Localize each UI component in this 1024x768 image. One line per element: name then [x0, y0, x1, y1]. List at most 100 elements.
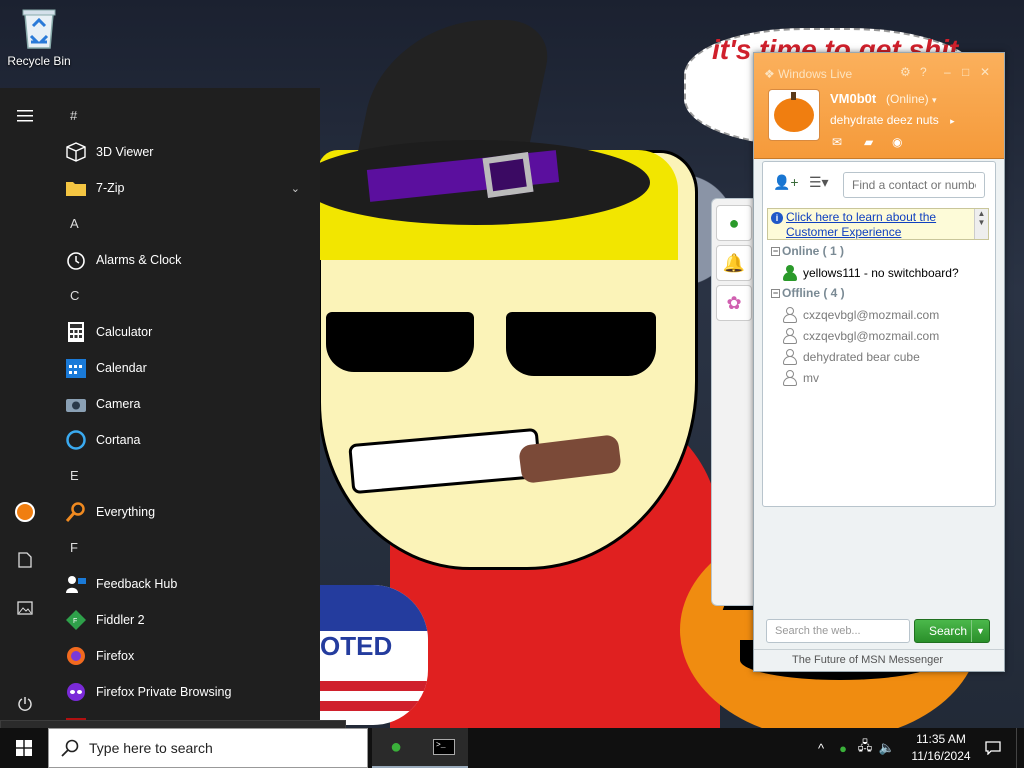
tabs-tab[interactable]: ✿ — [716, 285, 752, 321]
taskbar-search-box[interactable]: Type here to search — [48, 728, 368, 768]
app-item-label: Fiddler 2 — [96, 613, 145, 627]
contact-group-header[interactable]: − Online ( 1 ) — [771, 244, 844, 258]
cube-icon — [64, 140, 88, 164]
taskbar-clock[interactable]: 11:35 AM 11/16/2024 — [906, 731, 976, 765]
start-button[interactable] — [0, 728, 48, 768]
folder-icon[interactable]: ▰ — [864, 135, 873, 149]
show-desktop-button[interactable] — [1016, 728, 1024, 768]
app-item-firefox[interactable]: Firefox — [50, 638, 320, 674]
app-group-header[interactable]: C — [50, 278, 320, 314]
spaces-icon[interactable]: ◉ — [892, 135, 902, 149]
offline-buddy-icon — [783, 328, 797, 344]
wallpaper-sunglasses-right — [506, 312, 656, 376]
recycle-bin-shortcut[interactable]: Recycle Bin — [2, 6, 76, 68]
app-list: #3D Viewer 7-Zip ⌄ A Alarms & Clock C Calculat… — [50, 98, 320, 728]
offline-buddy-icon — [783, 307, 797, 323]
wallpaper-voted-sticker: OTED — [318, 585, 428, 725]
personal-message[interactable]: dehydrate deez nuts ▸ — [830, 113, 955, 127]
app-item-fiddler-2[interactable]: F Fiddler 2 — [50, 602, 320, 638]
status-selector[interactable]: (Online) ▾ — [886, 92, 937, 106]
app-group-header[interactable]: E — [50, 458, 320, 494]
network-icon[interactable]: 🖧 — [854, 737, 876, 759]
app-group-header[interactable]: F — [50, 530, 320, 566]
app-item-label: Firefox Private Browsing — [96, 685, 232, 699]
web-search-button[interactable]: Search ▼ — [914, 619, 990, 643]
banner-scrollbar[interactable]: ▲ ▼ — [974, 209, 988, 239]
app-item-label: Cortana — [96, 433, 141, 447]
app-item-camera[interactable]: Camera — [50, 386, 320, 422]
collapse-icon[interactable]: − — [771, 247, 780, 257]
volume-icon[interactable]: 🔈 — [876, 740, 898, 756]
app-item-7-zip[interactable]: 7-Zip ⌄ — [50, 170, 320, 206]
online-buddy-icon — [783, 265, 797, 281]
cortana-icon — [64, 428, 88, 452]
app-item-calculator[interactable]: Calculator — [50, 314, 320, 350]
contact-item[interactable]: cxzqevbgl@mozmail.com — [783, 328, 939, 344]
app-item-label: 7-Zip — [96, 181, 125, 195]
app-item-everything[interactable]: Everything — [50, 494, 320, 530]
notification-icon — [985, 741, 1001, 755]
contact-name: cxzqevbgl@mozmail.com — [803, 329, 940, 343]
alerts-tab[interactable]: 🔔 — [716, 245, 752, 281]
display-picture[interactable] — [768, 89, 820, 141]
pictures-button[interactable] — [0, 586, 50, 630]
contact-group-header[interactable]: − Offline ( 4 ) — [771, 286, 845, 300]
group-name: Online ( 1 ) — [782, 244, 845, 258]
chevron-down-icon[interactable]: ⌄ — [291, 182, 300, 195]
contact-item[interactable]: yellows111 - no switchboard? — [783, 265, 959, 281]
info-icon: i — [771, 212, 783, 224]
chevron-down-icon[interactable]: ▼ — [971, 620, 989, 642]
add-contact-icon: 👤+ — [773, 174, 799, 190]
calculator-icon — [64, 320, 88, 344]
contact-item[interactable]: cxzqevbgl@mozmail.com — [783, 307, 939, 323]
pumpkin-icon — [774, 92, 814, 132]
taskbar-messenger-button[interactable]: ● — [372, 728, 420, 768]
clock-date: 11/16/2024 — [911, 749, 971, 763]
contact-search-input[interactable] — [843, 172, 985, 198]
app-item-calendar[interactable]: Calendar — [50, 350, 320, 386]
search-placeholder: Type here to search — [89, 740, 213, 756]
wallpaper-sunglasses-left — [326, 312, 474, 372]
app-item-firefox-private-browsing[interactable]: Firefox Private Browsing — [50, 674, 320, 710]
app-item-feedback-hub[interactable]: Feedback Hub — [50, 566, 320, 602]
mail-icon[interactable]: ✉ — [832, 135, 842, 149]
chevron-down-icon: ▾ — [932, 95, 937, 105]
display-name[interactable]: VM0b0t — [830, 91, 876, 106]
messenger-header: ❖ Windows Live ⚙ ? – □ ✕ VM0b0t (Online)… — [754, 53, 1004, 159]
messenger-buddy-icon: ● — [389, 735, 403, 758]
view-options-button[interactable]: ☰▾ — [809, 174, 829, 191]
recycle-bin-label: Recycle Bin — [7, 54, 71, 68]
customer-experience-link[interactable]: Click here to learn about the Customer E… — [786, 210, 966, 240]
user-account-button[interactable] — [0, 490, 50, 534]
chevron-up-icon[interactable]: ^ — [810, 741, 832, 756]
web-search-input[interactable]: Search the web... — [766, 619, 910, 643]
app-item-alarms-clock[interactable]: Alarms & Clock — [50, 242, 320, 278]
app-item-cortana[interactable]: Cortana — [50, 422, 320, 458]
action-center-button[interactable] — [978, 728, 1008, 768]
documents-button[interactable] — [0, 538, 50, 582]
firefox-icon — [64, 644, 88, 668]
messenger-tray-icon[interactable]: ● — [832, 741, 854, 756]
settings-icon[interactable]: ⚙ — [900, 65, 911, 79]
contact-item[interactable]: mv — [783, 370, 819, 386]
app-item-label: Calculator — [96, 325, 153, 339]
taskbar-terminal-button[interactable]: >_ — [420, 728, 468, 768]
app-group-header[interactable]: # — [50, 98, 320, 134]
fiddler-icon: F — [64, 608, 88, 632]
maximize-button[interactable]: □ — [962, 65, 969, 79]
app-item-label: Everything — [96, 505, 156, 519]
help-icon[interactable]: ? — [920, 65, 927, 79]
contact-item[interactable]: dehydrated bear cube — [783, 349, 920, 365]
add-contact-button[interactable]: 👤+ — [773, 174, 799, 191]
hamburger-menu-button[interactable] — [0, 94, 50, 138]
app-item-3d-viewer[interactable]: 3D Viewer — [50, 134, 320, 170]
camera-icon — [64, 392, 88, 416]
collapse-icon[interactable]: − — [771, 289, 780, 299]
close-button[interactable]: ✕ — [980, 65, 990, 79]
app-item-label: 3D Viewer — [96, 145, 154, 159]
contacts-tab[interactable]: ● — [716, 205, 752, 241]
app-group-header[interactable]: A — [50, 206, 320, 242]
minimize-button[interactable]: – — [944, 65, 951, 79]
wallpaper-hat-buckle — [482, 151, 534, 199]
window-title-text: Windows Live — [778, 67, 853, 81]
